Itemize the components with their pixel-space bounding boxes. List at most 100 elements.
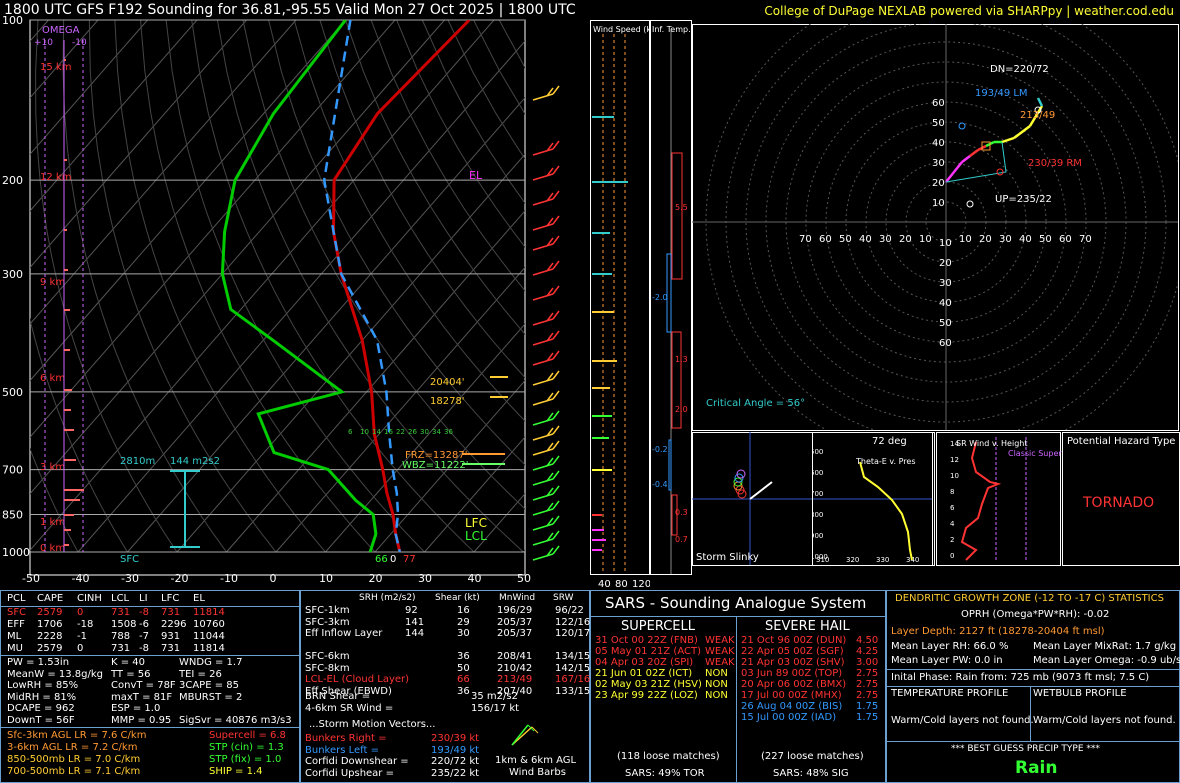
hodo-segment — [961, 155, 971, 163]
temp-tick: 40 — [468, 572, 482, 585]
adv-bar — [671, 152, 683, 280]
wind-barb-flag — [552, 440, 560, 450]
hodo-ring-label: 40 — [932, 138, 945, 149]
srwind-y-tick: 10 — [950, 472, 959, 480]
wind-barb-flag — [552, 370, 560, 380]
kin-cell: 196/29 — [497, 605, 533, 616]
temp-tick: -40 — [72, 572, 90, 585]
temp-tick: -20 — [171, 572, 189, 585]
sars-hail-size: 2.75 — [856, 690, 879, 701]
parcel-cell: 10760 — [193, 619, 225, 630]
sars-hail-size: 4.25 — [856, 646, 879, 657]
sars-supercell-date: 02 May 03 21Z (HSV) — [595, 679, 702, 690]
hodo-ring-label: 60 — [1059, 234, 1072, 245]
temp-tick: 0 — [270, 572, 277, 585]
pressure-tick: 700 — [2, 464, 23, 477]
thermo-index: 3CAPE = 85 — [179, 680, 239, 691]
mixratio-tick: 6 — [348, 428, 353, 436]
parcel-cell: 0 — [77, 607, 84, 618]
pressure-tick: 100 — [2, 14, 23, 27]
composite-index: STP (cin) = 1.3 — [209, 742, 284, 753]
sars-supercell-class: WEAK — [705, 646, 735, 657]
motion-label: Corfidi Downshear = — [305, 756, 409, 767]
barb-caption-2: Wind Barbs — [509, 767, 566, 778]
kin-cell: 134/15 — [555, 651, 591, 662]
parcel-cell: -1 — [77, 631, 87, 642]
thermo-index: TEI = 26 — [179, 668, 222, 680]
hazard-panel: Potential Hazard Type TORNADO — [1062, 432, 1180, 566]
hodo-ring-label: 40 — [939, 298, 952, 309]
kin-cell: Eff Inflow Layer — [305, 628, 383, 639]
kin-cell: 133/15 — [555, 685, 591, 697]
lapse-rate: 3-6km AGL LR = 7.2 C/km — [7, 742, 138, 753]
thermo-index: MBURST = 2 — [179, 691, 243, 703]
hodo-ring-label: 50 — [932, 118, 945, 129]
sr-wind-value: 156/17 kt — [471, 703, 520, 714]
hodo-ring-label: 40 — [859, 234, 872, 245]
dry-adiabat — [114, 20, 326, 553]
wind-barb — [532, 93, 554, 101]
thetae-x-tick: 320 — [846, 556, 859, 564]
dgz-initial-phase: Inital Phase: Rain from: 725 mb (9073 ft… — [891, 672, 1150, 683]
sars-hail-title: SEVERE HAIL — [765, 619, 850, 634]
motion-value: 235/22 kt — [431, 767, 480, 779]
parcel-cell: 2228 — [37, 631, 63, 642]
kin-cell: 29 — [457, 616, 470, 628]
skewt-chart: 100200300500700850100015 km12 km9 km6 km… — [2, 14, 590, 585]
wind-barb — [532, 173, 554, 181]
hodo-ring-label: 30 — [939, 278, 952, 289]
hodo-ring-label: 50 — [839, 234, 852, 245]
wind-barb — [532, 148, 554, 156]
parcel-cell: 0 — [77, 643, 84, 654]
isotherm-line — [30, 20, 247, 269]
brn-shear-value: 35 m2/s2 — [471, 691, 518, 702]
brn-shear-label: BRN Shear = — [305, 691, 371, 702]
wind-barb-icon — [511, 724, 539, 746]
hodo-ring-label: 30 — [879, 234, 892, 245]
temp-tick: 20 — [369, 572, 383, 585]
kin-header: MnWind — [499, 593, 536, 603]
composite-index: SHIP = 1.4 — [209, 766, 263, 777]
hodo-segment — [969, 149, 979, 157]
sars-panel: SARS - Sounding Analogue System SUPERCEL… — [590, 590, 886, 783]
thermo-panel: PCL CAPE CINH LCL LI LFC EL SFC 2579 0 731 -8 731 118… — [0, 590, 300, 783]
temp-tick: -50 — [22, 572, 40, 585]
dry-adiabat — [30, 317, 128, 553]
kin-header: SRH (m2/s2) — [359, 593, 416, 603]
temp-tick: -10 — [220, 572, 238, 585]
dry-adiabat — [88, 20, 277, 553]
thermo-index: MidRH = 81% — [7, 691, 77, 703]
wind-barb — [532, 463, 554, 471]
dgz-mean-pw: Mean Layer PW: 0.0 in — [891, 655, 1003, 666]
parcel-cell: -6 — [139, 619, 149, 630]
thetae-x-tick: 340 — [906, 556, 919, 564]
dgz-best-guess: Rain — [1015, 758, 1058, 778]
isotherm-line — [77, 40, 525, 553]
motion-value: 220/72 kt — [431, 756, 480, 767]
mixratio-tick: 26 — [408, 428, 417, 436]
parcel-line — [322, 20, 402, 553]
motion-value: 193/49 kt — [431, 744, 480, 756]
sars-hail-size: 1.75 — [856, 712, 879, 723]
wind-barb-flag — [552, 215, 560, 225]
dgz-warm-cold-1: Warm/Cold layers not found. — [891, 715, 1034, 726]
dry-adiabat — [576, 20, 590, 552]
dgz-best-guess-title: *** BEST GUESS PRECIP TYPE *** — [951, 744, 1100, 754]
wind-barb — [532, 448, 554, 456]
kin-cell: 142/15 — [555, 662, 591, 674]
mixratio-tick: 10 — [360, 428, 369, 436]
kin-cell: SFC-1km — [305, 605, 350, 616]
thetae-y-tick: 600 — [812, 469, 823, 477]
isotherm-line — [30, 20, 495, 552]
isotherm-line — [325, 323, 525, 553]
kin-cell: 205/37 — [497, 616, 533, 628]
thermo-index: SigSvr = 40876 m3/s3 — [179, 714, 292, 726]
adv-value: -0.2 — [652, 445, 668, 454]
hodo-segment — [1036, 97, 1044, 107]
parcel-cell: 2579 — [37, 643, 63, 654]
wind-barb — [532, 318, 554, 326]
wind-barb-flag — [552, 330, 560, 340]
hodo-mean-label: 213/49 — [1020, 110, 1055, 121]
hodo-ring-label: 30 — [999, 234, 1012, 245]
parcel-cell: 11814 — [193, 607, 225, 618]
